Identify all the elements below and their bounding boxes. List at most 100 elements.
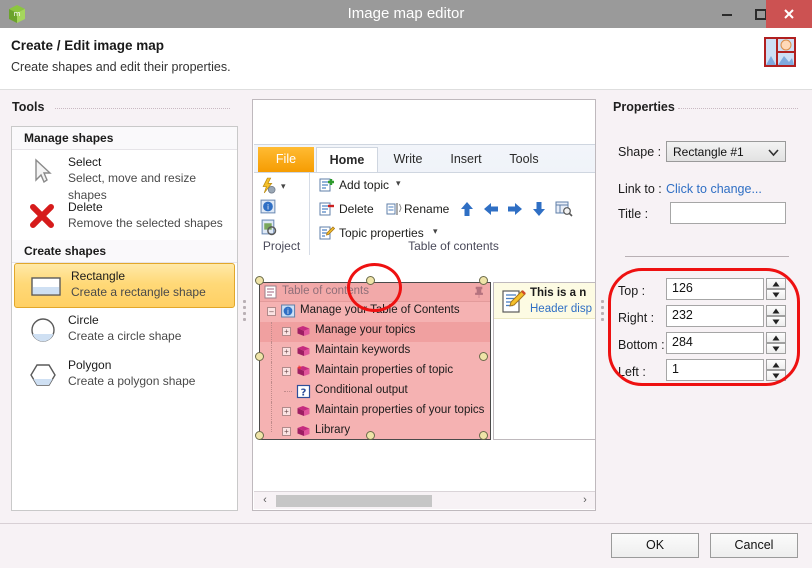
topic-properties-dropdown-icon[interactable]: ▾ bbox=[433, 226, 438, 237]
dialog-header: Create / Edit image map Create shapes an… bbox=[0, 28, 812, 90]
red-x-icon bbox=[26, 201, 60, 233]
toc-node-3[interactable]: + Maintain properties of topic bbox=[260, 362, 490, 382]
rename-topic-icon[interactable] bbox=[386, 201, 402, 217]
topic-content-line2: Header disp bbox=[530, 303, 593, 315]
tool-delete[interactable]: Delete Remove the selected shapes bbox=[12, 195, 237, 240]
topic-properties-label[interactable]: Topic properties bbox=[339, 226, 424, 240]
polygon-shape-icon bbox=[26, 359, 60, 391]
minimize-button[interactable] bbox=[710, 0, 744, 28]
project-settings-icon[interactable] bbox=[260, 219, 277, 236]
right-stepper[interactable]: 232 bbox=[666, 305, 786, 327]
tree-guide bbox=[271, 422, 272, 432]
rename-topic-label[interactable]: Rename bbox=[404, 202, 449, 216]
title-input[interactable] bbox=[670, 202, 786, 224]
toc-node-5[interactable]: + Maintain properties of your topics bbox=[260, 402, 490, 422]
bottom-value[interactable]: 284 bbox=[666, 332, 764, 354]
expander-minus-icon[interactable]: – bbox=[267, 307, 276, 316]
expander-plus-icon[interactable]: + bbox=[282, 427, 291, 436]
splitter-right[interactable] bbox=[601, 300, 605, 324]
image-map-canvas[interactable]: File Home Write Insert Tools ▾ i Project… bbox=[252, 99, 596, 511]
toc-pane-shape[interactable]: Table of contents – i Manage your Table … bbox=[259, 282, 491, 440]
scroll-left-arrow-icon[interactable]: ‹ bbox=[256, 492, 274, 509]
ok-button[interactable]: OK bbox=[611, 533, 699, 558]
add-topic-dropdown-icon[interactable]: ▾ bbox=[396, 178, 401, 189]
left-value[interactable]: 1 bbox=[666, 359, 764, 381]
scroll-right-arrow-icon[interactable]: › bbox=[576, 492, 594, 509]
bottom-increment-button[interactable] bbox=[766, 332, 786, 343]
scrollbar-thumb[interactable] bbox=[276, 495, 432, 507]
image-map-icon bbox=[762, 34, 798, 70]
toc-node-2[interactable]: + Maintain keywords bbox=[260, 342, 490, 362]
tool-polygon[interactable]: Polygon Create a polygon shape bbox=[12, 353, 237, 398]
left-stepper[interactable]: 1 bbox=[666, 359, 786, 381]
tools-heading-rule bbox=[55, 108, 230, 109]
shape-label: Shape : bbox=[618, 145, 662, 159]
tool-select[interactable]: Select Select, move and resize shapes bbox=[12, 150, 237, 202]
expander-plus-icon[interactable]: + bbox=[282, 367, 291, 376]
toc-node-4[interactable]: ? Conditional output bbox=[260, 382, 490, 402]
quick-actions-dropdown-icon[interactable]: ▾ bbox=[281, 181, 286, 192]
ribbon-group-project-label: Project bbox=[262, 239, 301, 253]
tool-circle[interactable]: Circle Create a circle shape bbox=[12, 308, 237, 353]
pin-icon[interactable] bbox=[474, 286, 484, 299]
move-up-icon[interactable] bbox=[458, 200, 476, 218]
topic-content-pane[interactable]: This is a n Header disp bbox=[493, 282, 595, 440]
ribbon-group-table-of-contents: Add topic ▾ Delete Rename Topic properti… bbox=[311, 173, 595, 255]
linkto-link[interactable]: Click to change... bbox=[666, 182, 762, 196]
shape-select[interactable]: Rectangle #1 bbox=[666, 141, 786, 162]
resize-handle-middle-left[interactable] bbox=[255, 352, 264, 361]
delete-topic-label[interactable]: Delete bbox=[339, 202, 374, 216]
resize-handle-top-center[interactable] bbox=[366, 276, 375, 285]
close-button[interactable] bbox=[766, 0, 812, 28]
resize-handle-middle-right[interactable] bbox=[479, 352, 488, 361]
top-decrement-button[interactable] bbox=[766, 289, 786, 300]
cancel-button[interactable]: Cancel bbox=[710, 533, 798, 558]
add-topic-label[interactable]: Add topic bbox=[339, 178, 389, 192]
add-topic-icon[interactable] bbox=[319, 177, 335, 193]
left-increment-button[interactable] bbox=[766, 359, 786, 370]
expander-plus-icon[interactable]: + bbox=[282, 407, 291, 416]
toc-root-icon: i bbox=[281, 304, 296, 319]
delete-topic-icon[interactable] bbox=[319, 201, 335, 217]
resize-handle-top-left[interactable] bbox=[255, 276, 264, 285]
tab-write[interactable]: Write bbox=[380, 147, 436, 173]
rectangle-shape-icon bbox=[29, 270, 63, 302]
right-increment-button[interactable] bbox=[766, 305, 786, 316]
group-header-manage-shapes: Manage shapes bbox=[12, 127, 237, 150]
toc-node-6[interactable]: + Library bbox=[260, 422, 490, 442]
right-decrement-button[interactable] bbox=[766, 316, 786, 327]
topic-content-header: This is a n Header disp bbox=[494, 283, 595, 319]
top-value[interactable]: 126 bbox=[666, 278, 764, 300]
left-decrement-button[interactable] bbox=[766, 370, 786, 381]
tab-file[interactable]: File bbox=[258, 147, 314, 173]
right-value[interactable]: 232 bbox=[666, 305, 764, 327]
properties-divider bbox=[625, 256, 789, 257]
bottom-stepper[interactable]: 284 bbox=[666, 332, 786, 354]
top-stepper[interactable]: 126 bbox=[666, 278, 786, 300]
find-topic-icon[interactable] bbox=[555, 200, 573, 218]
resize-handle-top-right[interactable] bbox=[479, 276, 488, 285]
tool-rectangle[interactable]: Rectangle Create a rectangle shape bbox=[14, 263, 235, 308]
svg-text:i: i bbox=[287, 308, 289, 316]
tab-home[interactable]: Home bbox=[316, 147, 378, 173]
project-info-icon[interactable]: i bbox=[260, 198, 276, 214]
top-increment-button[interactable] bbox=[766, 278, 786, 289]
splitter-left[interactable] bbox=[243, 300, 247, 324]
toc-node-0[interactable]: – i Manage your Table of Contents bbox=[260, 302, 490, 322]
bottom-decrement-button[interactable] bbox=[766, 343, 786, 354]
toc-node-1[interactable]: + Manage your topics bbox=[260, 322, 490, 342]
resize-handle-bottom-right[interactable] bbox=[479, 431, 488, 440]
expander-plus-icon[interactable]: + bbox=[282, 347, 291, 356]
tool-circle-title: Circle bbox=[68, 313, 99, 327]
quick-actions-icon[interactable] bbox=[260, 177, 276, 194]
canvas-horizontal-scrollbar[interactable]: ‹ › bbox=[254, 491, 595, 509]
move-right-icon[interactable] bbox=[506, 200, 524, 218]
move-down-icon[interactable] bbox=[530, 200, 548, 218]
tree-guide bbox=[271, 402, 272, 422]
tab-tools[interactable]: Tools bbox=[496, 147, 552, 173]
resize-handle-bottom-center[interactable] bbox=[366, 431, 375, 440]
tab-insert[interactable]: Insert bbox=[438, 147, 494, 173]
resize-handle-bottom-left[interactable] bbox=[255, 431, 264, 440]
expander-plus-icon[interactable]: + bbox=[282, 327, 291, 336]
move-left-icon[interactable] bbox=[482, 200, 500, 218]
